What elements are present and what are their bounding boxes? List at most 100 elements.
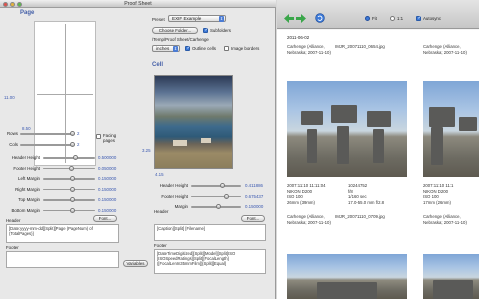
- one-to-one-radio[interactable]: [390, 16, 395, 21]
- photo-car: [317, 282, 377, 299]
- margin-label: Right Margin: [15, 186, 40, 192]
- autosync-label: Autosync: [423, 16, 442, 21]
- margin-value: 0.150000: [98, 176, 117, 181]
- cell-section-title: Cell: [152, 62, 164, 68]
- margin-label: Header Height: [11, 155, 40, 160]
- page-header-label: Header: [6, 218, 21, 223]
- margin-label: Top Margin: [18, 197, 40, 202]
- margin-slider-knob[interactable]: [69, 176, 75, 181]
- outline-cells-checkbox[interactable]: [185, 45, 191, 51]
- photo-car: [431, 127, 443, 165]
- window-titlebar: Proof Sheet: [0, 0, 276, 8]
- photo-car: [459, 117, 477, 131]
- cell-height-readout: 3.25: [142, 148, 151, 153]
- cell-2-footer-left: 2007:11:10 11:1 NIKON D200 ISO 100 17mm …: [423, 183, 454, 205]
- cell-slider-knob[interactable]: [216, 204, 221, 209]
- cell-2-caption: Carhenge (Alliance, Nebraska; 2007-11-10…: [423, 44, 467, 55]
- back-arrow-icon[interactable]: [284, 14, 294, 23]
- units-select[interactable]: inches: [152, 45, 180, 52]
- folder-path: /Temp/Proof Sheet/Carhenge: [152, 37, 209, 42]
- cell-header-textbox[interactable]: [Caption][Split] [Filename]: [154, 224, 266, 241]
- subfolders-label: Subfolders: [210, 28, 231, 33]
- margin-value: 0.150000: [98, 207, 117, 213]
- cell-4-caption: Carhenge (Alliance, Nebraska; 2007-11-10…: [423, 214, 467, 225]
- cell-1-footer-left: 2007:11:10 11:11:04 NIKON D200 ISO 100 2…: [287, 183, 326, 205]
- window-title: Proof Sheet: [124, 1, 152, 7]
- cols-slider[interactable]: [20, 144, 74, 146]
- cell-header-label: Header: [154, 209, 169, 214]
- cell-3-photo[interactable]: [287, 254, 407, 299]
- cell-1-filename: IMJR_20071110_0654.jpg: [335, 44, 385, 49]
- page-width-readout: 8.50: [22, 126, 31, 131]
- subfolders-checkbox[interactable]: [203, 27, 209, 33]
- margin-value: 0.150000: [98, 186, 117, 192]
- cell-1-photo[interactable]: [287, 81, 407, 177]
- cell-preview-photo: [154, 75, 233, 169]
- cell-slider-label: Header Height: [159, 183, 188, 188]
- preview-window: Fit 1:1 Autosync 2011-06-02 Carhenge (Al…: [277, 0, 479, 299]
- page-header-font-button[interactable]: Font...: [93, 215, 117, 222]
- margin-slider-knob[interactable]: [69, 197, 75, 202]
- image-borders-checkbox[interactable]: [224, 46, 229, 51]
- rows-slider-knob[interactable]: [70, 131, 75, 136]
- cell-footer-textbox[interactable]: [DateTimeDigitized][Split][Model][Split]…: [154, 249, 266, 274]
- cell-slider-value: 0.675437: [245, 193, 264, 199]
- cell-header-font-button[interactable]: Font...: [241, 215, 265, 222]
- margin-value: 0.150000: [98, 197, 117, 202]
- fit-radio[interactable]: [365, 16, 370, 21]
- cell-slider-knob[interactable]: [219, 183, 225, 188]
- photo-building: [173, 140, 187, 146]
- date-header: 2011-06-02: [287, 35, 310, 40]
- page-header-textbox[interactable]: [Date:yyyy-mm-dd][Split][Page (PageNum) …: [6, 224, 119, 243]
- cell-slider[interactable]: [191, 185, 241, 187]
- autosync-checkbox[interactable]: [416, 15, 422, 21]
- margin-slider-knob[interactable]: [72, 155, 78, 160]
- preset-select[interactable]: EXIF Example: [168, 15, 226, 22]
- outline-cells-label: Outline cells: [192, 46, 216, 51]
- variables-button[interactable]: Variables: [123, 260, 148, 267]
- margin-slider[interactable]: [43, 157, 95, 159]
- rows-value: 2: [77, 131, 80, 136]
- margin-label: Footer Height: [13, 165, 40, 171]
- cell-slider-knob[interactable]: [223, 193, 229, 199]
- cell-slider[interactable]: [191, 195, 241, 198]
- page-row-divider: [37, 94, 93, 95]
- page-footer-textbox[interactable]: [6, 251, 119, 268]
- cell-slider-value: 0.150000: [245, 204, 264, 209]
- margin-value: 0.500000: [98, 155, 117, 160]
- choose-folder-button[interactable]: Choose Folder...: [152, 27, 198, 34]
- cell-1-caption: Carhenge (Alliance, Nebraska; 2007-11-10…: [287, 44, 331, 55]
- photo-car: [337, 126, 349, 164]
- margin-slider-knob[interactable]: [69, 186, 75, 192]
- preview-page: 2011-06-02 Carhenge (Alliance, Nebraska;…: [277, 30, 479, 299]
- facing-pages-checkbox[interactable]: [96, 134, 101, 139]
- forward-arrow-icon[interactable]: [296, 14, 306, 23]
- photo-car: [433, 280, 473, 299]
- page-footer-label: Footer: [6, 245, 19, 250]
- photo-car: [301, 111, 323, 125]
- margin-label: Left Margin: [18, 176, 40, 181]
- margin-slider-knob[interactable]: [69, 207, 75, 213]
- sync-icon[interactable]: [315, 13, 325, 23]
- cols-value: 2: [77, 142, 80, 147]
- photo-building: [201, 138, 211, 143]
- cell-width-readout: 4.15: [155, 172, 164, 177]
- cols-label: Cols: [9, 142, 18, 147]
- cell-3-caption: Carhenge (Alliance, Nebraska; 2007-11-10…: [287, 214, 331, 225]
- rows-slider[interactable]: [20, 133, 74, 135]
- facing-pages-label: Facing pages: [103, 133, 117, 143]
- cell-footer-label: Footer: [154, 243, 167, 248]
- cell-slider-value: 0.411886: [245, 183, 263, 188]
- one-to-one-label: 1:1: [397, 16, 404, 21]
- photo-car: [367, 111, 391, 127]
- rows-label: Rows: [7, 131, 18, 136]
- page-section-title: Page: [20, 10, 35, 16]
- fit-label: Fit: [372, 16, 377, 21]
- margin-slider-knob[interactable]: [68, 165, 74, 171]
- margin-value: 0.050000: [98, 165, 117, 171]
- cols-slider-knob[interactable]: [70, 142, 75, 147]
- cell-2-photo[interactable]: [423, 81, 479, 177]
- cell-slider-label: Footer Height: [161, 193, 188, 199]
- cell-4-photo[interactable]: [423, 254, 479, 299]
- margin-label: Bottom Margin: [11, 207, 40, 213]
